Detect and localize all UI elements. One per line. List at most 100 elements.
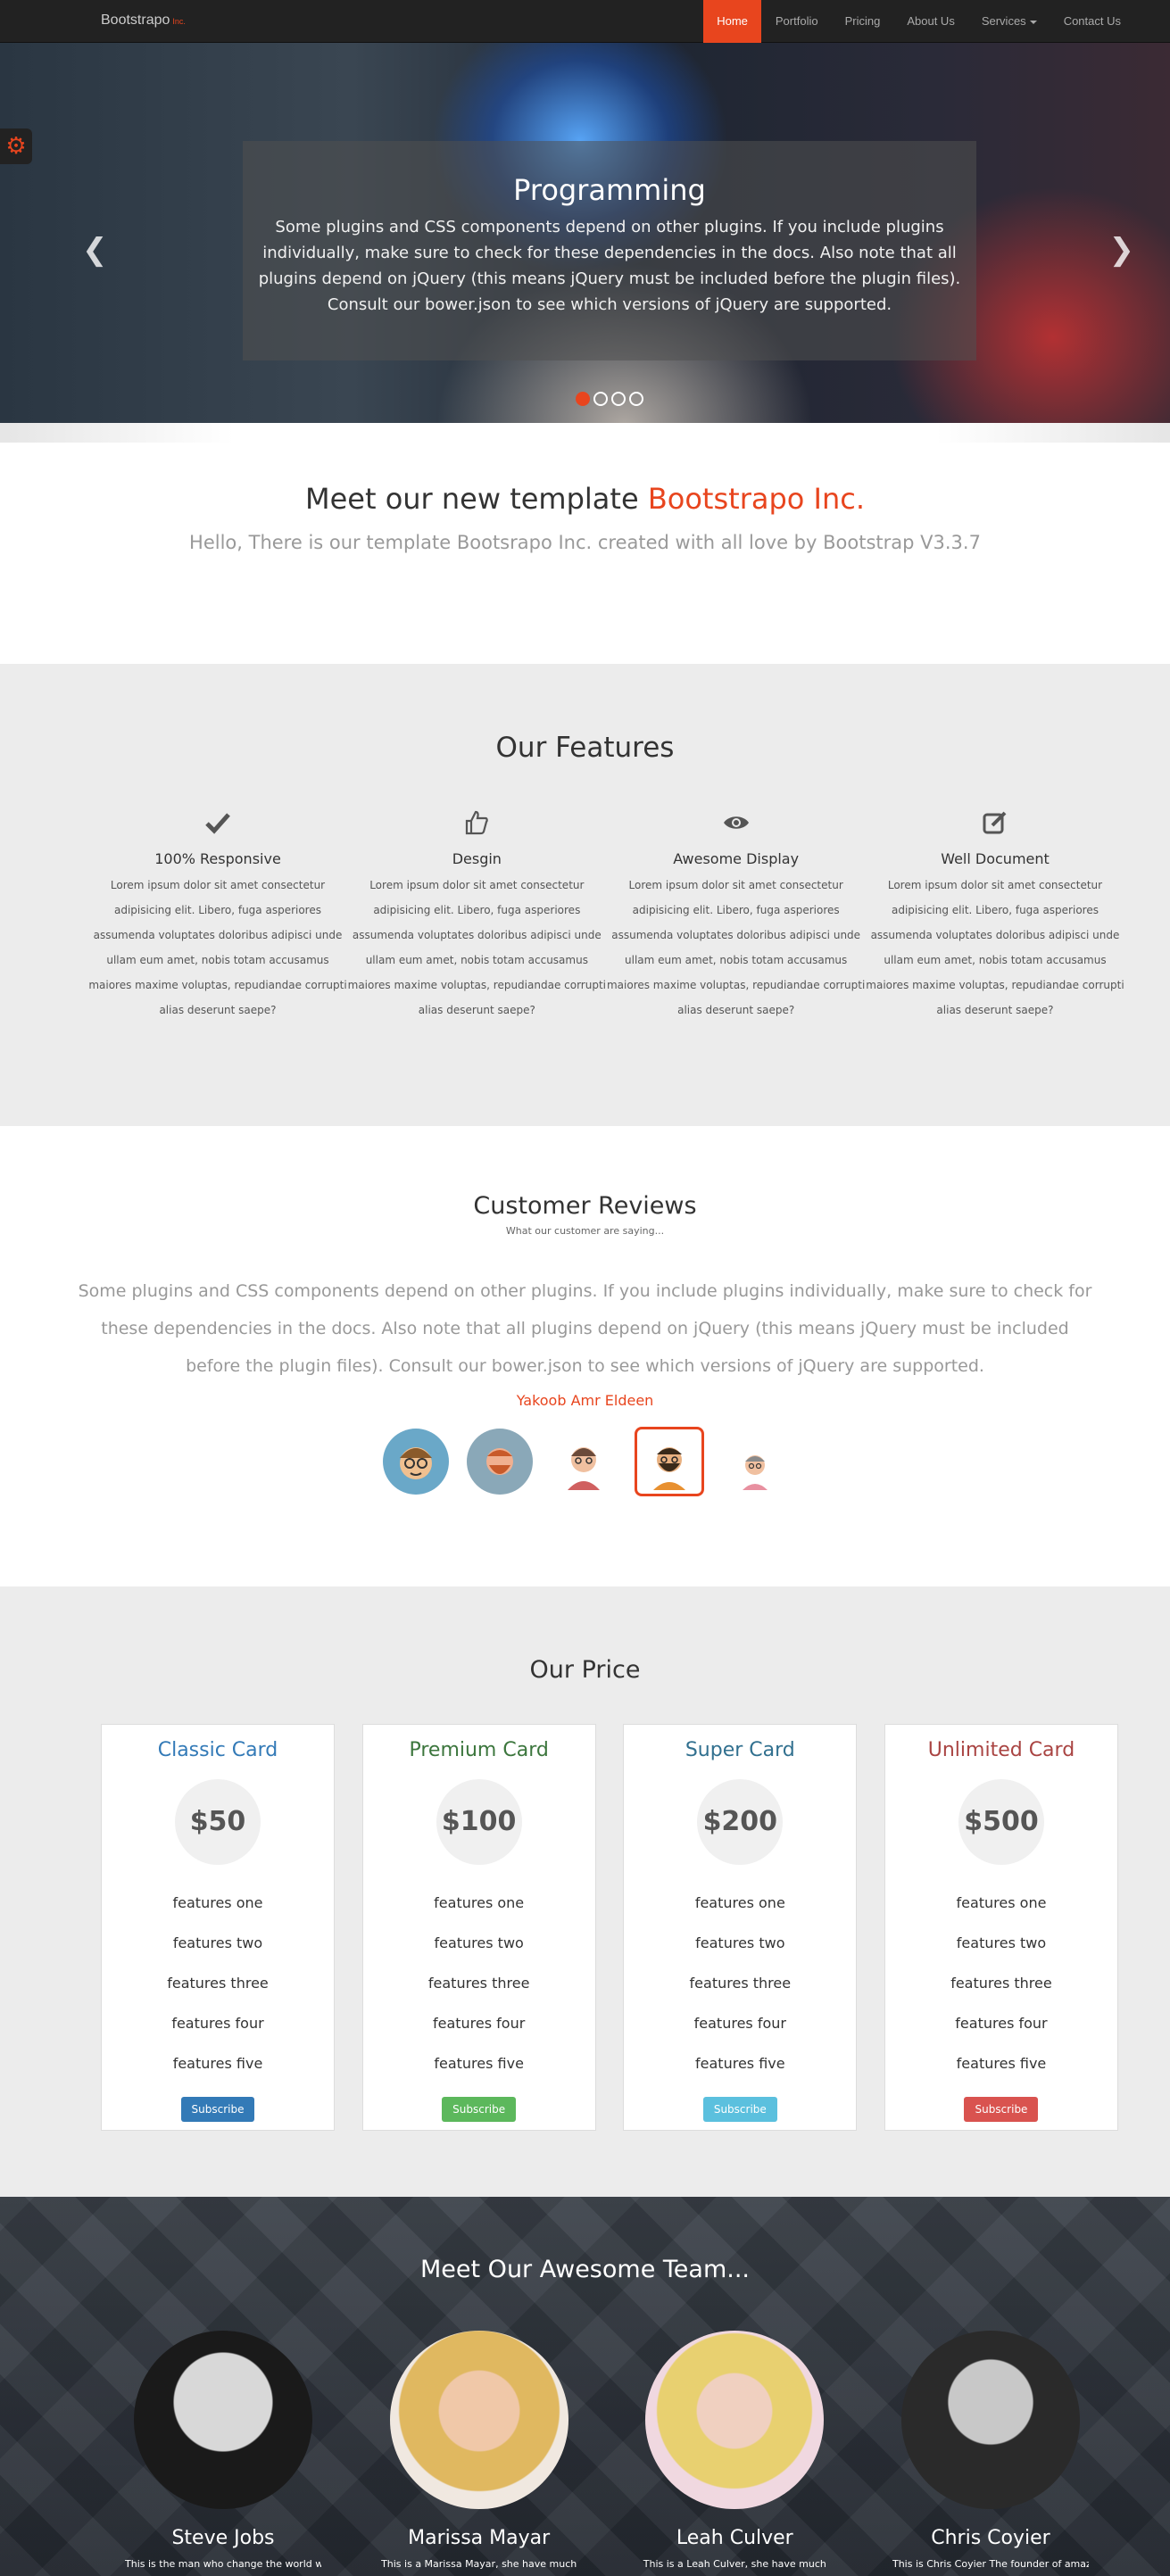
member-photo [900, 2331, 1080, 2509]
avatar[interactable] [721, 1429, 788, 1495]
card-feature: features one [434, 1894, 525, 1911]
team-member: Marissa Mayar This is a Marissa Mayar, s… [381, 2331, 577, 2570]
nav-item-about-us[interactable]: About Us [893, 0, 967, 43]
feature-text: Lorem ipsum dolor sit amet consectetur a… [88, 879, 347, 1016]
intro-title-accent: Bootstrapo Inc. [647, 482, 865, 516]
card-features: features one features two features three… [885, 1883, 1117, 2083]
price-title: Our Price [529, 1656, 641, 1684]
price-card: Super Card $200 features one features tw… [623, 1724, 858, 2131]
chevron-left-icon[interactable]: ❮ [82, 232, 108, 268]
card-feature: features four [693, 2015, 786, 2032]
price-cards: Classic Card $50 features one features t… [101, 1724, 1118, 2131]
features-title: Our Features [495, 732, 675, 764]
team-member: Steve Jobs This is the man who change th… [125, 2331, 321, 2570]
chevron-right-icon[interactable]: ❯ [1109, 232, 1135, 268]
member-name: Steve Jobs [171, 2527, 275, 2549]
subscribe-button[interactable]: Subscribe [442, 2097, 517, 2122]
card-feature: features three [167, 1975, 269, 1992]
card-feature: features two [434, 1934, 524, 1951]
brand-logo[interactable]: Bootstrapo Inc. [101, 12, 186, 29]
subscribe-button[interactable]: Subscribe [964, 2097, 1039, 2122]
card-feature: features two [956, 1934, 1047, 1951]
avatar-selected[interactable] [634, 1427, 704, 1496]
card-feature: features five [956, 2055, 1047, 2072]
feature-text: Lorem ipsum dolor sit amet consectetur a… [866, 879, 1124, 1016]
card-feature: features one [172, 1894, 263, 1911]
price-card: Classic Card $50 features one features t… [101, 1724, 335, 2131]
intro-title: Meet our new template Bootstrapo Inc. [0, 482, 1170, 516]
feature-title: 100% Responsive [154, 850, 281, 867]
avatar[interactable] [466, 1429, 533, 1495]
card-title: Super Card [685, 1739, 795, 1761]
nav-item-portfolio[interactable]: Portfolio [762, 0, 832, 43]
carousel-indicator[interactable] [593, 392, 608, 406]
subscribe-button[interactable]: Subscribe [702, 2097, 777, 2122]
card-title: Premium Card [409, 1739, 549, 1761]
intro-subtitle: Hello, There is our template Bootsrapo I… [189, 532, 981, 553]
intro-title-text: Meet our new template [304, 482, 639, 516]
carousel-indicator[interactable] [611, 392, 626, 406]
hero-carousel: ⚙ ❮ ❯ Programming Some plugins and CSS c… [0, 43, 1170, 423]
member-bio: This is a Leah Culver, she have much [643, 2558, 826, 2570]
feature-text: Lorem ipsum dolor sit amet consectetur a… [347, 879, 606, 1016]
nav-item-home[interactable]: Home [703, 0, 761, 43]
card-feature: features one [694, 1894, 785, 1911]
nav-menu: Home Portfolio Pricing About Us Services… [703, 0, 1170, 43]
card-feature: features three [950, 1975, 1052, 1992]
card-feature: features two [695, 1934, 785, 1951]
nav-item-services[interactable]: Services [968, 0, 1050, 43]
card-price: $500 [958, 1779, 1044, 1865]
price-card: Premium Card $100 features one features … [361, 1724, 596, 2131]
navbar: Bootstrapo Inc. Home Portfolio Pricing Ab… [0, 0, 1170, 43]
carousel-indicator[interactable] [629, 392, 643, 406]
gear-icon[interactable]: ⚙ [0, 128, 32, 164]
carousel-indicator[interactable] [576, 392, 590, 406]
avatar[interactable] [550, 1429, 617, 1495]
card-feature: features two [172, 1934, 263, 1951]
member-photo [134, 2331, 312, 2509]
member-name: Leah Culver [676, 2527, 793, 2549]
card-feature: features three [427, 1975, 530, 1992]
review-avatars [0, 1427, 1170, 1496]
member-bio: This is Chris Coyier The founder of amaz… [892, 2558, 1089, 2570]
card-feature: features five [695, 2055, 785, 2072]
feature-title: Well Document [941, 850, 1050, 867]
thumbs-up-icon [347, 809, 606, 845]
team-members: Steve Jobs This is the man who change th… [125, 2331, 1089, 2570]
avatar[interactable] [382, 1429, 449, 1495]
review-text: Some plugins and CSS components depend o… [78, 1281, 1092, 1376]
nav-item-pricing[interactable]: Pricing [832, 0, 894, 43]
feature-item: 100% Responsive Lorem ipsum dolor sit am… [88, 809, 347, 1023]
card-feature: features four [955, 2015, 1048, 2032]
member-name: Chris Coyier [931, 2527, 1050, 2549]
card-features: features one features two features three… [102, 1883, 334, 2083]
card-feature: features four [432, 2015, 526, 2032]
nav-item-contact-us[interactable]: Contact Us [1050, 0, 1134, 43]
intro-section: Meet our new template Bootstrapo Inc. He… [0, 482, 1170, 553]
price-card: Unlimited Card $500 features one feature… [884, 1724, 1118, 2131]
hero-text: Some plugins and CSS components depend o… [258, 218, 961, 314]
review-author: Yakoob Amr Eldeen [516, 1392, 654, 1409]
member-bio: This is a Marissa Mayar, she have much [381, 2558, 577, 2570]
features-grid: 100% Responsive Lorem ipsum dolor sit am… [88, 809, 1124, 1023]
nav-item-services-label: Services [981, 14, 1026, 28]
reviews-subtitle: What our customer are saying... [505, 1225, 665, 1237]
card-price: $100 [436, 1779, 522, 1865]
card-price: $50 [175, 1779, 261, 1865]
subscribe-button[interactable]: Subscribe [180, 2097, 255, 2122]
feature-item: Desgin Lorem ipsum dolor sit amet consec… [347, 809, 606, 1023]
card-feature: features one [956, 1894, 1047, 1911]
card-features: features one features two features three… [363, 1883, 595, 2083]
card-title: Unlimited Card [927, 1739, 1075, 1761]
member-bio: This is the man who change the world wit… [125, 2558, 321, 2570]
reviews-section: Customer Reviews What our customer are s… [0, 1126, 1170, 1586]
card-price: $200 [697, 1779, 784, 1865]
card-feature: features five [172, 2055, 263, 2072]
feature-text: Lorem ipsum dolor sit amet consectetur a… [606, 879, 866, 1016]
edit-icon [866, 809, 1124, 845]
price-section: Our Price Classic Card $50 features one … [0, 1586, 1170, 2197]
member-photo [389, 2331, 568, 2509]
feature-item: Well Document Lorem ipsum dolor sit amet… [866, 809, 1124, 1023]
team-member: Chris Coyier This is Chris Coyier The fo… [892, 2331, 1089, 2570]
card-feature: features three [689, 1975, 792, 1992]
